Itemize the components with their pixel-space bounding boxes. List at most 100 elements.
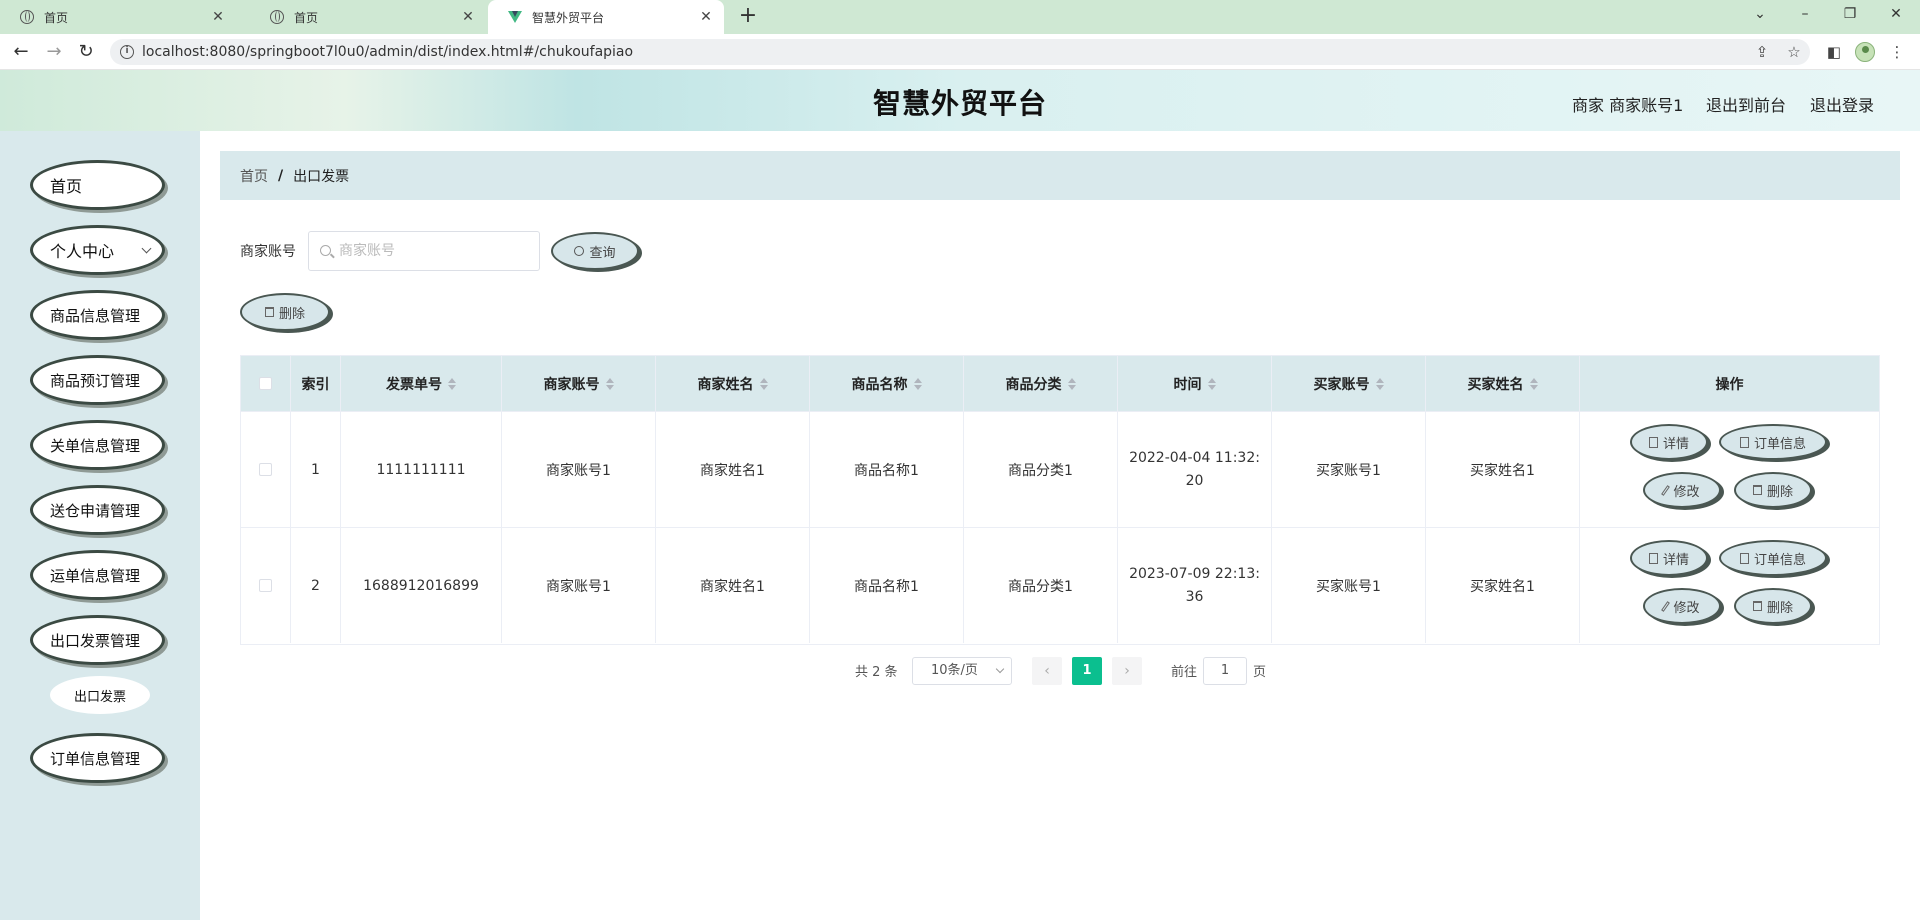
sidebar-item-export-invoice[interactable]: 出口发票管理 <box>30 615 165 665</box>
restore-icon[interactable]: ❐ <box>1840 6 1860 22</box>
sidebar-item-product-booking[interactable]: 商品预订管理 <box>30 355 165 405</box>
bulk-delete-button[interactable]: 删除 <box>240 293 330 331</box>
select-all-checkbox[interactable] <box>259 377 272 390</box>
sort-icon[interactable] <box>1529 377 1538 390</box>
document-icon <box>1648 552 1658 564</box>
sort-icon[interactable] <box>1207 377 1216 390</box>
sidebar-item-product-info[interactable]: 商品信息管理 <box>30 290 165 340</box>
order-info-button[interactable]: 订单信息 <box>1719 540 1827 576</box>
cell-merchant-name: 商家姓名1 <box>656 412 810 527</box>
close-icon[interactable]: ✕ <box>210 9 226 25</box>
exit-to-front-link[interactable]: 退出到前台 <box>1706 92 1786 116</box>
col-header-merchant-name[interactable]: 商家姓名 <box>656 356 810 411</box>
sidebar-item-label: 个人中心 <box>50 242 115 261</box>
cell-buyer-account: 买家账号1 <box>1272 412 1426 527</box>
edit-button-label: 修改 <box>1673 600 1700 616</box>
sort-icon[interactable] <box>605 377 614 390</box>
col-header-buyer-name[interactable]: 买家姓名 <box>1426 356 1580 411</box>
delete-button[interactable]: 删除 <box>1734 472 1812 508</box>
detail-button-label: 详情 <box>1662 436 1689 452</box>
sidebar-item-orders[interactable]: 订单信息管理 <box>30 733 165 783</box>
tab-search-icon[interactable]: ⌄ <box>1750 6 1770 22</box>
browser-menu-icon[interactable]: ⋮ <box>1887 43 1907 61</box>
pagination-total: 共 2 条 <box>855 665 898 680</box>
forward-icon[interactable]: → <box>43 41 65 62</box>
page-size-select[interactable]: 10条/页 <box>912 657 1012 685</box>
search-button[interactable]: 查询 <box>551 232 639 270</box>
sidebar-item-label: 送仓申请管理 <box>50 501 141 520</box>
bookmark-star-icon[interactable]: ☆ <box>1784 43 1804 61</box>
invoice-table: 索引 发票单号 商家账号 商家姓名 商品名称 商品分类 时间 买家账号 买家姓名… <box>240 355 1880 645</box>
reload-icon[interactable]: ↻ <box>75 41 97 62</box>
col-header-invoice-no[interactable]: 发票单号 <box>341 356 502 411</box>
edit-button[interactable]: 修改 <box>1643 588 1721 624</box>
col-header-merchant-account[interactable]: 商家账号 <box>502 356 656 411</box>
delete-button[interactable]: 删除 <box>1734 588 1812 624</box>
col-header-category[interactable]: 商品分类 <box>964 356 1118 411</box>
new-tab-icon[interactable]: + <box>735 4 761 30</box>
sort-icon[interactable] <box>1067 377 1076 390</box>
col-header-label: 商品分类 <box>1005 376 1062 393</box>
prev-page-button[interactable]: ‹ <box>1032 657 1062 685</box>
order-info-button-label: 订单信息 <box>1753 552 1806 568</box>
minimize-icon[interactable]: – <box>1795 6 1815 22</box>
current-user: 商家 商家账号1 <box>1572 96 1684 115</box>
share-icon[interactable]: ⇪ <box>1752 43 1772 61</box>
chevron-right-icon: › <box>1124 663 1130 679</box>
breadcrumb-home[interactable]: 首页 <box>240 166 268 186</box>
sidebar-item-label: 关单信息管理 <box>50 436 141 455</box>
sort-icon[interactable] <box>759 377 768 390</box>
browser-tab-3[interactable]: 智慧外贸平台 ✕ <box>488 0 724 34</box>
row-checkbox[interactable] <box>259 579 272 592</box>
browser-tab-1[interactable]: 首页 ✕ <box>0 0 236 34</box>
sidebar-item-warehouse[interactable]: 送仓申请管理 <box>30 485 165 535</box>
back-icon[interactable]: ← <box>10 41 32 62</box>
site-info-icon[interactable]: i <box>120 45 134 59</box>
sidebar-subitem-export-invoice[interactable]: 出口发票 <box>50 676 150 714</box>
cell-time: 2022-04-04 11:32:20 <box>1118 412 1272 527</box>
col-header-time[interactable]: 时间 <box>1118 356 1272 411</box>
close-icon[interactable]: ✕ <box>698 9 714 25</box>
edit-button[interactable]: 修改 <box>1643 472 1721 508</box>
cell-actions: 详情 订单信息 修改 删除 <box>1580 412 1879 527</box>
trash-icon <box>1752 601 1762 611</box>
tab-title: 智慧外贸平台 <box>532 10 605 25</box>
goto-page-input[interactable]: 1 <box>1203 657 1247 685</box>
app-header: 智慧外贸平台 商家 商家账号1 退出到前台 退出登录 <box>0 70 1920 131</box>
breadcrumb-current: 出口发票 <box>293 168 350 185</box>
row-select-cell <box>241 528 291 643</box>
sort-icon[interactable] <box>448 377 456 390</box>
side-panel-icon[interactable]: ◧ <box>1824 43 1844 61</box>
url-field[interactable]: i localhost:8080/springboot7l0u0/admin/d… <box>110 39 1810 65</box>
row-checkbox[interactable] <box>259 463 272 476</box>
window-close-icon[interactable]: ✕ <box>1886 6 1906 22</box>
sidebar-item-customs[interactable]: 关单信息管理 <box>30 420 165 470</box>
logout-link[interactable]: 退出登录 <box>1810 92 1874 116</box>
profile-avatar-icon[interactable] <box>1855 42 1875 62</box>
col-header-index: 索引 <box>291 356 341 411</box>
cell-merchant-account: 商家账号1 <box>502 528 656 643</box>
search-field[interactable] <box>308 231 540 271</box>
sort-icon[interactable] <box>1375 377 1384 390</box>
search-input[interactable] <box>339 232 534 270</box>
search-icon <box>320 245 331 256</box>
page-number-current[interactable]: 1 <box>1072 657 1102 685</box>
sort-icon[interactable] <box>913 377 922 390</box>
search-button-label: 查询 <box>589 245 616 261</box>
cell-category: 商品分类1 <box>964 528 1118 643</box>
col-header-label: 买家姓名 <box>1467 376 1524 393</box>
close-icon[interactable]: ✕ <box>460 9 476 25</box>
sidebar-item-waybill[interactable]: 运单信息管理 <box>30 550 165 600</box>
order-info-button[interactable]: 订单信息 <box>1719 424 1827 460</box>
sidebar-item-home[interactable]: 首页 <box>30 160 165 210</box>
table-row: 2 1688912016899 商家账号1 商家姓名1 商品名称1 商品分类1 … <box>241 527 1879 643</box>
col-header-actions: 操作 <box>1580 356 1879 411</box>
next-page-button[interactable]: › <box>1112 657 1142 685</box>
detail-button[interactable]: 详情 <box>1630 540 1708 576</box>
detail-button[interactable]: 详情 <box>1630 424 1708 460</box>
breadcrumb-separator: / <box>278 167 284 184</box>
browser-tab-2[interactable]: 首页 ✕ <box>250 0 486 34</box>
col-header-product-name[interactable]: 商品名称 <box>810 356 964 411</box>
sidebar-item-personal-center[interactable]: 个人中心 <box>30 225 165 275</box>
col-header-buyer-account[interactable]: 买家账号 <box>1272 356 1426 411</box>
